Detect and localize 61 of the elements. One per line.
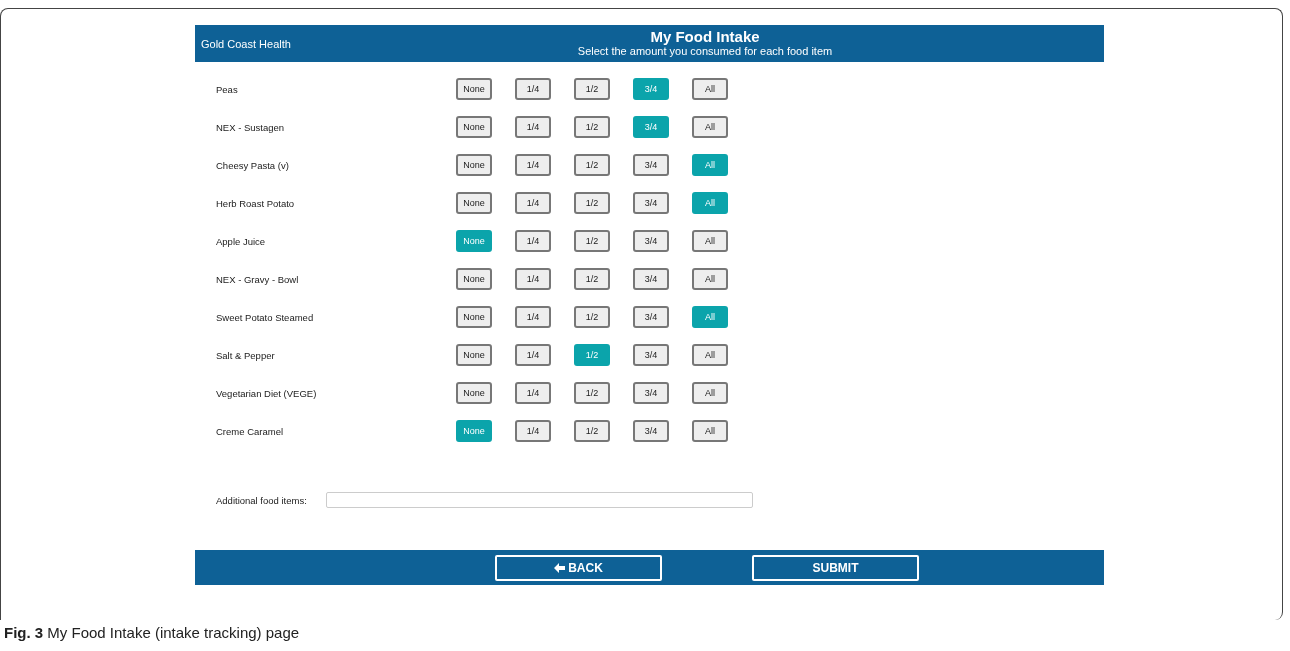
amount-button[interactable]: All — [692, 344, 728, 366]
amount-button[interactable]: None — [456, 344, 492, 366]
amount-button[interactable]: None — [456, 382, 492, 404]
figure-caption: Fig. 3 My Food Intake (intake tracking) page — [4, 624, 300, 641]
amount-button[interactable]: 1/4 — [515, 116, 551, 138]
amount-button[interactable]: 1/2 — [574, 154, 610, 176]
food-name: Salt & Pepper — [215, 349, 276, 361]
amount-button[interactable]: 1/4 — [515, 420, 551, 442]
amount-button[interactable]: 1/4 — [515, 230, 551, 252]
amount-button[interactable]: 3/4 — [633, 154, 669, 176]
amount-button[interactable]: 3/4 — [633, 344, 669, 366]
amount-button[interactable]: 3/4 — [633, 268, 669, 290]
input-field[interactable] — [326, 492, 753, 508]
field-label: Additional food items: — [215, 494, 308, 506]
amount-button[interactable]: All — [692, 420, 728, 442]
amount-button[interactable]: None — [456, 116, 492, 138]
back-arrow-icon — [554, 562, 566, 573]
amount-button[interactable]: All — [692, 116, 728, 138]
back-button[interactable]: BACK — [495, 554, 662, 581]
submit-button[interactable]: SUBMIT — [752, 554, 919, 581]
amount-button[interactable]: None — [456, 306, 492, 328]
amount-button[interactable]: 3/4 — [633, 306, 669, 328]
amount-button[interactable]: None — [456, 154, 492, 176]
food-name: Sweet Potato Steamed — [215, 311, 315, 323]
amount-button[interactable]: 1/2 — [574, 78, 610, 100]
amount-button[interactable]: 1/4 — [515, 154, 551, 176]
amount-button[interactable]: 1/2 — [574, 420, 610, 442]
amount-button[interactable]: 1/4 — [515, 382, 551, 404]
amount-button[interactable]: None — [456, 268, 492, 290]
food-name: Cheesy Pasta (v) — [215, 159, 290, 171]
food-name: Creme Caramel — [215, 425, 285, 437]
amount-button[interactable]: 1/2 — [574, 382, 610, 404]
page-title: My Food Intake — [650, 29, 760, 45]
amount-button[interactable]: 1/2 — [574, 116, 610, 138]
amount-button[interactable]: 3/4 — [633, 382, 669, 404]
amount-button[interactable]: 1/4 — [515, 344, 551, 366]
food-name: NEX - Sustagen — [215, 121, 286, 133]
amount-button[interactable]: None — [456, 192, 492, 214]
amount-button[interactable]: 1/2 — [574, 268, 610, 290]
amount-button[interactable]: 1/2 — [574, 192, 610, 214]
food-name: Apple Juice — [215, 235, 267, 247]
food-name: Peas — [215, 83, 239, 95]
amount-button[interactable]: All — [692, 382, 728, 404]
food-name: Herb Roast Potato — [215, 197, 296, 209]
amount-button[interactable]: 3/4 — [633, 420, 669, 442]
amount-button[interactable]: All — [692, 78, 728, 100]
food-name: NEX - Gravy - Bowl — [215, 273, 300, 285]
amount-button[interactable]: None — [456, 78, 492, 100]
amount-button[interactable]: 3/4 — [633, 230, 669, 252]
page-subtitle: Select the amount you consumed for each food item — [577, 45, 833, 58]
amount-button[interactable]: 1/4 — [515, 306, 551, 328]
amount-button[interactable]: 1/4 — [515, 268, 551, 290]
amount-button[interactable]: 1/2 — [574, 306, 610, 328]
amount-button[interactable]: 1/2 — [574, 230, 610, 252]
amount-button[interactable]: 3/4 — [633, 192, 669, 214]
food-name: Vegetarian Diet (VEGE) — [215, 387, 318, 399]
amount-button[interactable]: All — [692, 230, 728, 252]
amount-button[interactable]: All — [692, 268, 728, 290]
brand-name: Gold Coast Health — [200, 37, 291, 50]
amount-button[interactable]: 1/4 — [515, 78, 551, 100]
amount-button[interactable]: 1/4 — [515, 192, 551, 214]
